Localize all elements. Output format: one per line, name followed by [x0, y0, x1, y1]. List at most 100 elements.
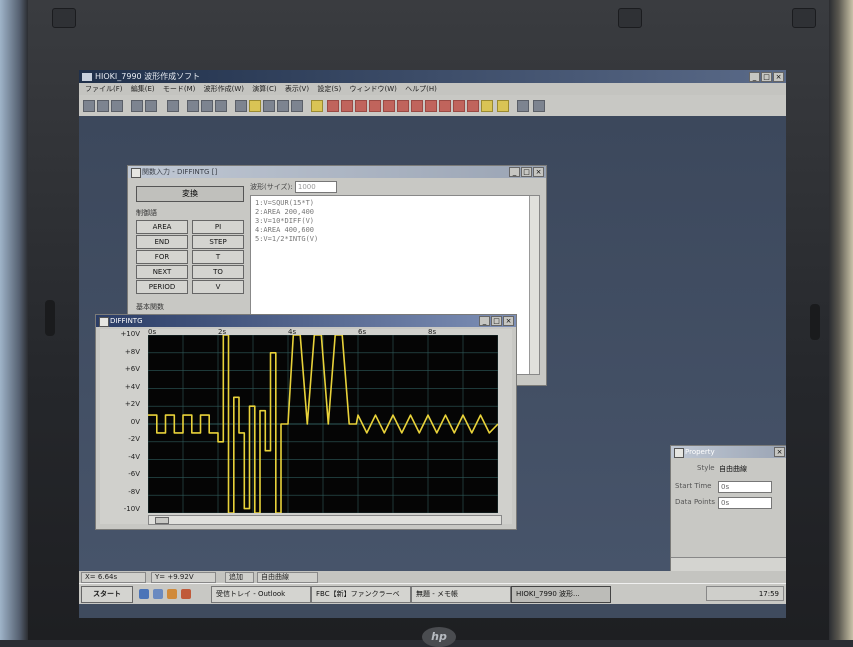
task-notepad[interactable]: 無題 - メモ帳	[411, 586, 511, 603]
keyword-pi-button[interactable]: PI	[192, 220, 244, 234]
draw-tool-icon[interactable]	[397, 100, 409, 112]
paste-icon[interactable]	[215, 100, 227, 112]
pen-icon[interactable]	[311, 100, 323, 112]
close-button[interactable]: ×	[533, 167, 544, 177]
print-icon[interactable]	[131, 100, 143, 112]
browser-icon[interactable]	[139, 589, 149, 599]
taskbar: スタート 受信トレイ - Outlook FBC【新】ファンクラーベ 無題 - …	[79, 583, 786, 604]
waveform-plot[interactable]	[148, 335, 498, 513]
menu-mode[interactable]: モード(M)	[163, 85, 196, 93]
keyword-next-button[interactable]: NEXT	[136, 265, 188, 279]
y-tick-label: -4V	[128, 453, 140, 461]
marker-icon[interactable]	[277, 100, 289, 112]
start-time-input[interactable]: 0s	[718, 481, 772, 493]
draw-tool-icon[interactable]	[467, 100, 479, 112]
keyword-area-button[interactable]: AREA	[136, 220, 188, 234]
bezel-button	[792, 8, 816, 28]
keyword-t-button[interactable]: T	[192, 250, 244, 264]
data-points-input[interactable]: 0s	[718, 497, 772, 509]
minimize-button[interactable]: _	[509, 167, 520, 177]
cursor-icon[interactable]	[263, 100, 275, 112]
keyword-to-button[interactable]: TO	[192, 265, 244, 279]
minimize-button[interactable]: _	[749, 72, 760, 82]
plot-horizontal-scrollbar[interactable]	[148, 515, 502, 525]
task-hioki[interactable]: HIOKI_7990 波形...	[511, 586, 611, 603]
new-icon[interactable]	[83, 100, 95, 112]
y-tick-label: +2V	[124, 400, 140, 408]
draw-tool-icon[interactable]	[369, 100, 381, 112]
zoom-icon[interactable]	[291, 100, 303, 112]
keyword-step-button[interactable]: STEP	[192, 235, 244, 249]
menu-help[interactable]: ヘルプ(H)	[405, 85, 437, 93]
workspace: 関数入力 - DIFFINTG [] _ □ × 変換 制御語 AREA PI EN…	[79, 116, 786, 581]
firefox-icon[interactable]	[181, 589, 191, 599]
waveform-window: DIFFINTG _ □ × +10V +8V +6V +4V +2V 0V -2V…	[95, 314, 517, 530]
close-button[interactable]: ×	[774, 447, 785, 457]
function-window-title: 関数入力 - DIFFINTG []	[142, 168, 218, 176]
wave-size-input[interactable]: 1000	[294, 181, 337, 193]
maximize-button[interactable]: □	[521, 167, 532, 177]
keyword-period-button[interactable]: PERIOD	[136, 280, 188, 294]
draw-tool-icon[interactable]	[411, 100, 423, 112]
bezel-button	[618, 8, 642, 28]
keyword-grid: AREA PI END STEP FOR T NEXT TO PERIOD V	[136, 220, 248, 294]
maximize-button[interactable]: □	[761, 72, 772, 82]
wave-size-label: 波形(サイズ):	[250, 183, 293, 191]
pointer-icon[interactable]	[235, 100, 247, 112]
wave-size: 波形(サイズ): 1000	[250, 181, 337, 193]
menu-waveform[interactable]: 波形作成(W)	[204, 85, 244, 93]
select-icon[interactable]	[249, 100, 261, 112]
close-button[interactable]: ×	[503, 316, 514, 326]
menu-file[interactable]: ファイル(F)	[85, 85, 123, 93]
code-line: 5:V=1/2*INTG(V)	[255, 235, 319, 243]
property-titlebar: Property ×	[671, 446, 786, 458]
draw-tool-icon[interactable]	[327, 100, 339, 112]
preview-icon[interactable]	[145, 100, 157, 112]
menu-view[interactable]: 表示(V)	[285, 85, 309, 93]
statusbar: X= 6.64s Y= +9.92V 追加 自由曲線	[79, 571, 786, 583]
maximize-button[interactable]: □	[491, 316, 502, 326]
background-left	[0, 0, 28, 640]
y-tick-label: -8V	[128, 488, 140, 496]
copy-icon[interactable]	[201, 100, 213, 112]
app-title: HIOKI_7990 波形作成ソフト	[95, 72, 201, 81]
draw-tool-icon[interactable]	[439, 100, 451, 112]
menu-window[interactable]: ウィンドウ(W)	[349, 85, 396, 93]
menu-settings[interactable]: 設定(S)	[317, 85, 341, 93]
scrollbar-thumb[interactable]	[155, 517, 169, 524]
task-browser[interactable]: FBC【新】ファンクラーベ	[311, 586, 411, 603]
undo-icon[interactable]	[167, 100, 179, 112]
desktop-icon[interactable]	[153, 589, 163, 599]
function-keyword-panel: 変換 制御語 AREA PI END STEP FOR T NEXT TO PE…	[132, 182, 248, 314]
bezel-latch	[810, 304, 820, 340]
sort-icon[interactable]	[533, 100, 545, 112]
draw-tool-icon[interactable]	[341, 100, 353, 112]
draw-tool-icon[interactable]	[425, 100, 437, 112]
menu-calc[interactable]: 演算(C)	[252, 85, 276, 93]
close-button[interactable]: ×	[773, 72, 784, 82]
status-voltage: Y= +9.92V	[151, 572, 216, 583]
draw-tool-icon[interactable]	[355, 100, 367, 112]
media-icon[interactable]	[167, 589, 177, 599]
start-button[interactable]: スタート	[81, 586, 133, 603]
save-icon[interactable]	[111, 100, 123, 112]
app-titlebar: HIOKI_7990 波形作成ソフト _ □ ×	[79, 70, 786, 83]
plot-area: +10V +8V +6V +4V +2V 0V -2V -4V -6V -8V …	[100, 328, 512, 525]
clock: 17:59	[758, 590, 779, 598]
settings-icon[interactable]	[517, 100, 529, 112]
editor-scrollbar[interactable]	[529, 196, 539, 374]
cut-icon[interactable]	[187, 100, 199, 112]
layout-icon[interactable]	[497, 100, 509, 112]
draw-tool-icon[interactable]	[383, 100, 395, 112]
grid-icon[interactable]	[481, 100, 493, 112]
menu-edit[interactable]: 編集(E)	[131, 85, 155, 93]
keyword-for-button[interactable]: FOR	[136, 250, 188, 264]
task-outlook[interactable]: 受信トレイ - Outlook	[211, 586, 311, 603]
keyword-v-button[interactable]: V	[192, 280, 244, 294]
hp-logo-icon: hp	[422, 627, 456, 647]
draw-tool-icon[interactable]	[453, 100, 465, 112]
minimize-button[interactable]: _	[479, 316, 490, 326]
keyword-end-button[interactable]: END	[136, 235, 188, 249]
open-icon[interactable]	[97, 100, 109, 112]
convert-button[interactable]: 変換	[136, 186, 244, 202]
